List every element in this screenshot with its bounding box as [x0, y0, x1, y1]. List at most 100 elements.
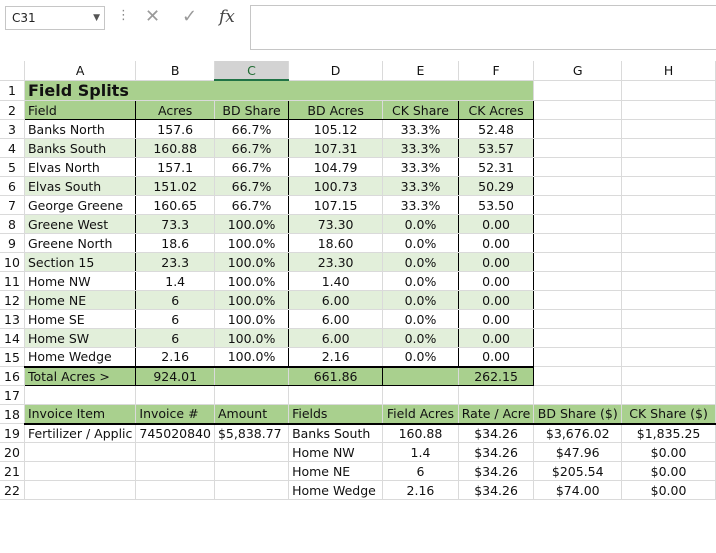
column-header-g[interactable]: G	[533, 61, 623, 81]
table-cell[interactable]: 6.00	[288, 328, 384, 348]
column-header-cell[interactable]: BD Share	[214, 100, 290, 120]
row-header[interactable]: 18	[0, 404, 25, 424]
cell[interactable]	[214, 385, 290, 405]
table-cell[interactable]: 157.1	[135, 157, 215, 177]
table-cell[interactable]: 100.0%	[214, 233, 290, 253]
table-cell[interactable]: Home SW	[24, 328, 137, 348]
table-cell[interactable]: 151.02	[135, 176, 215, 196]
cell[interactable]	[533, 233, 623, 253]
cell[interactable]	[533, 366, 623, 386]
table-cell[interactable]: 0.00	[458, 271, 535, 291]
table-cell[interactable]: 0.00	[458, 309, 535, 329]
totals-label[interactable]: Total Acres >	[24, 366, 137, 386]
column-header-cell[interactable]: CK Share	[382, 100, 459, 120]
table-cell[interactable]	[24, 461, 137, 481]
cell[interactable]	[533, 328, 623, 348]
table-cell[interactable]: 6.00	[288, 290, 384, 310]
table-cell[interactable]: 2.16	[288, 347, 384, 368]
table-cell[interactable]: $5,838.77	[214, 423, 290, 443]
table-cell[interactable]: $1,835.25	[621, 423, 716, 443]
sheet-title[interactable]: Field Splits	[24, 80, 535, 101]
row-header[interactable]: 16	[0, 366, 25, 386]
table-cell[interactable]: 0.00	[458, 290, 535, 310]
table-cell[interactable]: 0.00	[458, 214, 535, 234]
table-cell[interactable]: George Greene	[24, 195, 137, 215]
total-value[interactable]: 924.01	[135, 366, 215, 386]
cell[interactable]	[621, 290, 716, 310]
table-cell[interactable]: 100.73	[288, 176, 384, 196]
row-header[interactable]: 21	[0, 461, 25, 481]
table-cell[interactable]: Greene North	[24, 233, 137, 253]
table-cell[interactable]: 73.30	[288, 214, 384, 234]
table-cell[interactable]: $47.96	[533, 442, 623, 462]
cell[interactable]	[533, 309, 623, 329]
table-cell[interactable]: 52.48	[458, 119, 535, 139]
table-cell[interactable]: 23.3	[135, 252, 215, 272]
cell[interactable]	[533, 157, 623, 177]
cell[interactable]	[621, 138, 716, 158]
table-cell[interactable]: $34.26	[458, 480, 535, 500]
table-cell[interactable]: Home SE	[24, 309, 137, 329]
table-cell[interactable]: 745020840	[135, 423, 215, 443]
select-all-corner[interactable]	[0, 61, 25, 81]
table-cell[interactable]: 105.12	[288, 119, 384, 139]
table-cell[interactable]: 0.0%	[382, 309, 459, 329]
table-cell[interactable]: 6.00	[288, 309, 384, 329]
row-header[interactable]: 9	[0, 233, 25, 253]
table-cell[interactable]: 160.65	[135, 195, 215, 215]
row-header[interactable]: 8	[0, 214, 25, 234]
invoice-header-cell[interactable]: CK Share ($)	[621, 404, 716, 425]
table-cell[interactable]: Home NE	[24, 290, 137, 310]
name-box[interactable]: C31 ▼	[5, 6, 105, 30]
row-header[interactable]: 5	[0, 157, 25, 177]
table-cell[interactable]: 0.0%	[382, 214, 459, 234]
table-cell[interactable]: 0.00	[458, 347, 535, 368]
table-cell[interactable]: 107.15	[288, 195, 384, 215]
row-header[interactable]: 4	[0, 138, 25, 158]
table-cell[interactable]: 18.60	[288, 233, 384, 253]
cell[interactable]	[621, 233, 716, 253]
table-cell[interactable]: $74.00	[533, 480, 623, 500]
table-cell[interactable]: 1.4	[382, 442, 459, 462]
cell[interactable]	[533, 119, 623, 139]
row-header[interactable]: 12	[0, 290, 25, 310]
table-cell[interactable]: 33.3%	[382, 138, 459, 158]
table-cell[interactable]: 100.0%	[214, 252, 290, 272]
total-value[interactable]: 661.86	[288, 366, 384, 386]
table-cell[interactable]: $34.26	[458, 461, 535, 481]
row-header[interactable]: 15	[0, 347, 25, 367]
column-header-b[interactable]: B	[135, 61, 215, 81]
cell[interactable]	[621, 366, 716, 386]
cell-grid[interactable]: A B C D E F G H 1 Field Splits 2 Field Acres BD Share…	[0, 61, 716, 500]
table-cell[interactable]	[135, 480, 215, 500]
table-cell[interactable]: $3,676.02	[533, 423, 623, 443]
table-cell[interactable]	[214, 442, 290, 462]
table-cell[interactable]: Home Wedge	[288, 480, 384, 500]
table-cell[interactable]: 52.31	[458, 157, 535, 177]
column-header-cell[interactable]: CK Acres	[458, 100, 535, 120]
cell[interactable]	[533, 290, 623, 310]
table-cell[interactable]	[24, 442, 137, 462]
table-cell[interactable]: 33.3%	[382, 119, 459, 139]
table-cell[interactable]: 157.6	[135, 119, 215, 139]
cell[interactable]	[533, 195, 623, 215]
cell[interactable]	[533, 271, 623, 291]
table-cell[interactable]: 50.29	[458, 176, 535, 196]
table-cell[interactable]: $0.00	[621, 442, 716, 462]
table-cell[interactable]: 100.0%	[214, 309, 290, 329]
table-cell[interactable]: 1.4	[135, 271, 215, 291]
row-header[interactable]: 7	[0, 195, 25, 215]
total-value[interactable]: 262.15	[458, 366, 535, 386]
total-value[interactable]	[382, 366, 459, 386]
table-cell[interactable]: $34.26	[458, 442, 535, 462]
row-header[interactable]: 22	[0, 480, 25, 500]
table-cell[interactable]: $0.00	[621, 461, 716, 481]
cell[interactable]	[533, 138, 623, 158]
table-cell[interactable]: 0.00	[458, 252, 535, 272]
total-value[interactable]	[214, 366, 290, 386]
invoice-header-cell[interactable]: Fields	[288, 404, 384, 425]
insert-function-icon[interactable]: fx	[219, 5, 235, 29]
cell[interactable]	[533, 214, 623, 234]
table-cell[interactable]: 73.3	[135, 214, 215, 234]
table-cell[interactable]: 33.3%	[382, 176, 459, 196]
